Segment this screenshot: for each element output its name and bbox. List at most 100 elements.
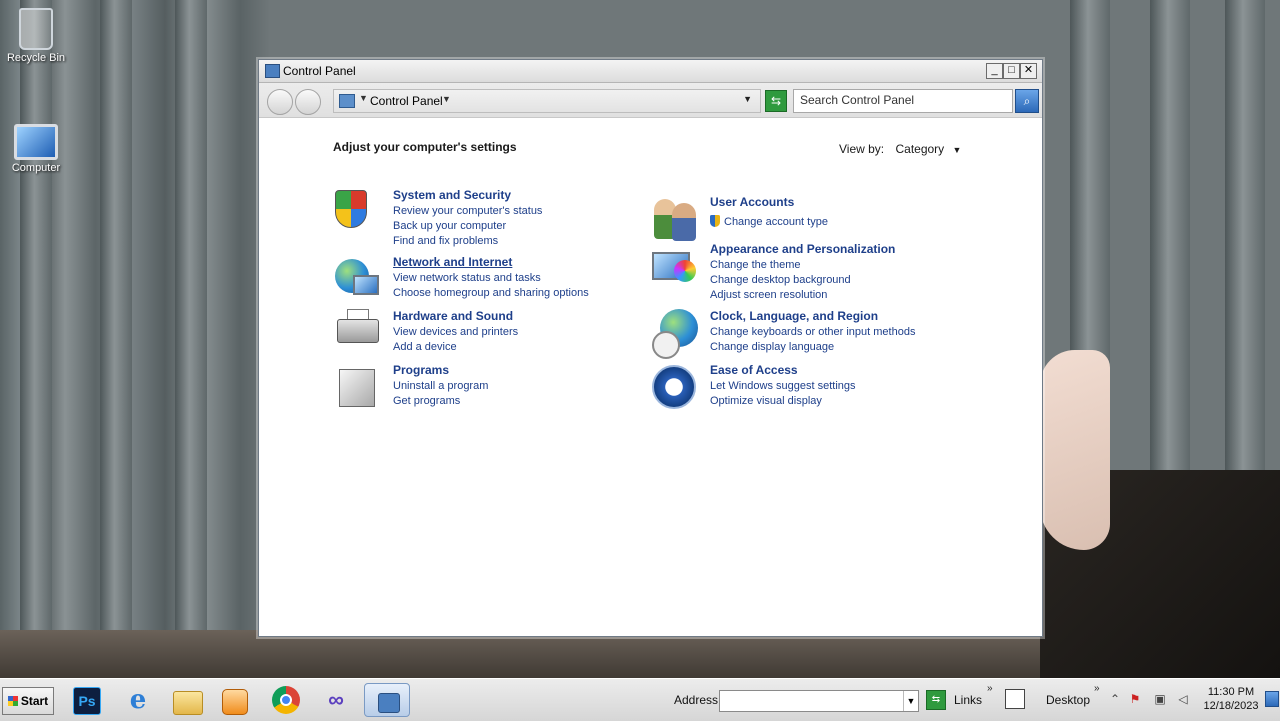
minimize-button[interactable]: _ [986, 63, 1003, 79]
system-clock[interactable]: 11:30 PM 12/18/2023 [1198, 685, 1264, 713]
link-change-account-type[interactable]: Change account type [710, 215, 970, 230]
category-title-network-and-internet[interactable]: Network and Internet [393, 255, 653, 269]
media-player-icon[interactable] [222, 689, 248, 715]
maximize-button[interactable]: □ [1003, 63, 1020, 79]
link-uninstall[interactable]: Uninstall a program [393, 379, 653, 394]
category-title-system-and-security[interactable]: System and Security [393, 188, 653, 202]
link-desktop-background[interactable]: Change desktop background [710, 273, 970, 288]
show-desktop-button[interactable] [1265, 691, 1279, 707]
address-toolbar-label: Address [674, 693, 719, 707]
link-suggest-settings[interactable]: Let Windows suggest settings [710, 379, 970, 394]
fence-slat [20, 0, 52, 640]
address-dropdown-icon[interactable]: ▼ [743, 94, 752, 104]
visual-studio-icon[interactable]: ∞ [320, 684, 352, 716]
window-title: Control Panel [283, 64, 356, 78]
show-hidden-icons-icon[interactable]: ⌃ [1108, 692, 1122, 706]
desktop-icon-label: Recycle Bin [6, 52, 66, 64]
links-toolbar-label[interactable]: Links [954, 693, 982, 707]
view-by-select[interactable]: Category [895, 142, 944, 156]
navigation-toolbar: ▼ Control Panel ▼ ▼ ⇆ ⌕ [259, 83, 1042, 118]
photoshop-icon[interactable]: Ps [73, 687, 101, 715]
globe-clock-icon [650, 309, 698, 359]
network-icon[interactable]: ▣ [1153, 692, 1167, 706]
link-label: Change account type [724, 216, 828, 228]
link-devices-printers[interactable]: View devices and printers [393, 325, 653, 340]
action-center-icon[interactable]: ⚑ [1128, 692, 1142, 706]
chevron-down-icon[interactable]: ▼ [359, 93, 368, 103]
link-network-status[interactable]: View network status and tasks [393, 271, 653, 286]
back-button[interactable] [267, 89, 293, 115]
window-titlebar[interactable]: Control Panel _ □ ✕ [259, 60, 1042, 83]
view-by: View by: Category ▼ [839, 142, 961, 156]
category-title-appearance[interactable]: Appearance and Personalization [710, 242, 970, 256]
category-title-ease-of-access[interactable]: Ease of Access [710, 363, 970, 377]
category-title-hardware-and-sound[interactable]: Hardware and Sound [393, 309, 653, 323]
desktop-icon-label: Computer [11, 162, 61, 174]
link-add-device[interactable]: Add a device [393, 340, 653, 355]
breadcrumb-control-panel[interactable]: Control Panel [370, 94, 443, 108]
link-homegroup[interactable]: Choose homegroup and sharing options [393, 286, 653, 301]
link-change-theme[interactable]: Change the theme [710, 258, 970, 273]
category-user-accounts: User Accounts Change account type [650, 195, 980, 241]
link-optimize-display[interactable]: Optimize visual display [710, 394, 970, 409]
link-display-language[interactable]: Change display language [710, 340, 970, 355]
taskbar-address-input[interactable]: ▼ [719, 690, 919, 712]
taskbar: Start Ps e ∞ Address ▼ ⇆ Links » Desktop… [0, 678, 1280, 721]
monitor-palette-icon [650, 242, 698, 290]
desktop-overflow-icon[interactable]: » [1094, 683, 1100, 694]
category-ease-of-access: Ease of Access Let Windows suggest setti… [650, 363, 980, 411]
category-programs: Programs Uninstall a program Get program… [333, 363, 653, 411]
fence-slat [100, 0, 132, 640]
links-overflow-icon[interactable]: » [987, 683, 993, 694]
category-network-and-internet: Network and Internet View network status… [333, 255, 653, 303]
start-label: Start [20, 694, 49, 708]
category-title-user-accounts[interactable]: User Accounts [710, 195, 970, 209]
control-panel-icon [339, 94, 355, 108]
network-globe-icon [333, 255, 381, 303]
ease-of-access-icon [650, 363, 698, 411]
category-appearance-and-personalization: Appearance and Personalization Change th… [650, 242, 980, 301]
chevron-down-icon[interactable]: ▼ [953, 145, 962, 155]
link-review-status[interactable]: Review your computer's status [393, 204, 653, 219]
desktop-hand [1040, 350, 1110, 550]
start-button[interactable]: Start [2, 687, 54, 715]
desktop-toolbar-label[interactable]: Desktop [1046, 693, 1090, 707]
search-icon[interactable]: ⌕ [1015, 89, 1039, 113]
desktop-icon-recycle-bin[interactable]: Recycle Bin [0, 8, 72, 64]
category-title-clock-language-region[interactable]: Clock, Language, and Region [710, 309, 970, 323]
close-button[interactable]: ✕ [1020, 63, 1037, 79]
file-explorer-icon[interactable] [173, 691, 203, 715]
programs-box-icon [333, 363, 381, 411]
chevron-down-icon[interactable]: ▼ [442, 94, 451, 104]
control-panel-content: Adjust your computer's settings View by:… [259, 118, 1042, 636]
clock-date: 12/18/2023 [1203, 700, 1259, 712]
clock-time: 11:30 PM [1207, 686, 1255, 698]
windows-flag-icon [7, 696, 18, 706]
forward-button[interactable] [295, 89, 321, 115]
category-hardware-and-sound: Hardware and Sound View devices and prin… [333, 309, 653, 357]
shield-icon [333, 188, 381, 236]
computer-icon [14, 124, 58, 160]
link-screen-resolution[interactable]: Adjust screen resolution [710, 288, 970, 303]
page-title: Adjust your computer's settings [333, 140, 517, 154]
link-back-up[interactable]: Back up your computer [393, 219, 653, 234]
address-bar[interactable]: ▼ Control Panel ▼ ▼ [333, 89, 761, 113]
chrome-icon[interactable] [272, 686, 300, 714]
link-keyboards[interactable]: Change keyboards or other input methods [710, 325, 970, 340]
go-button[interactable]: ⇆ [926, 690, 946, 710]
notepad-icon[interactable] [1005, 689, 1025, 709]
uac-shield-icon [710, 215, 720, 227]
control-panel-window: Control Panel _ □ ✕ ▼ Control Panel ▼ ▼ … [258, 59, 1043, 637]
link-find-fix[interactable]: Find and fix problems [393, 234, 653, 249]
desktop-icon-computer[interactable]: Computer [0, 124, 72, 174]
volume-icon[interactable]: ◁ [1176, 692, 1190, 706]
fence-slat [175, 0, 207, 640]
internet-explorer-icon[interactable]: e [122, 684, 154, 716]
control-panel-icon [265, 64, 280, 78]
refresh-button[interactable]: ⇆ [765, 90, 787, 112]
chevron-down-icon[interactable]: ▼ [903, 691, 918, 711]
search-input[interactable] [794, 90, 1006, 110]
link-get-programs[interactable]: Get programs [393, 394, 653, 409]
category-title-programs[interactable]: Programs [393, 363, 653, 377]
search-box[interactable] [793, 89, 1013, 113]
